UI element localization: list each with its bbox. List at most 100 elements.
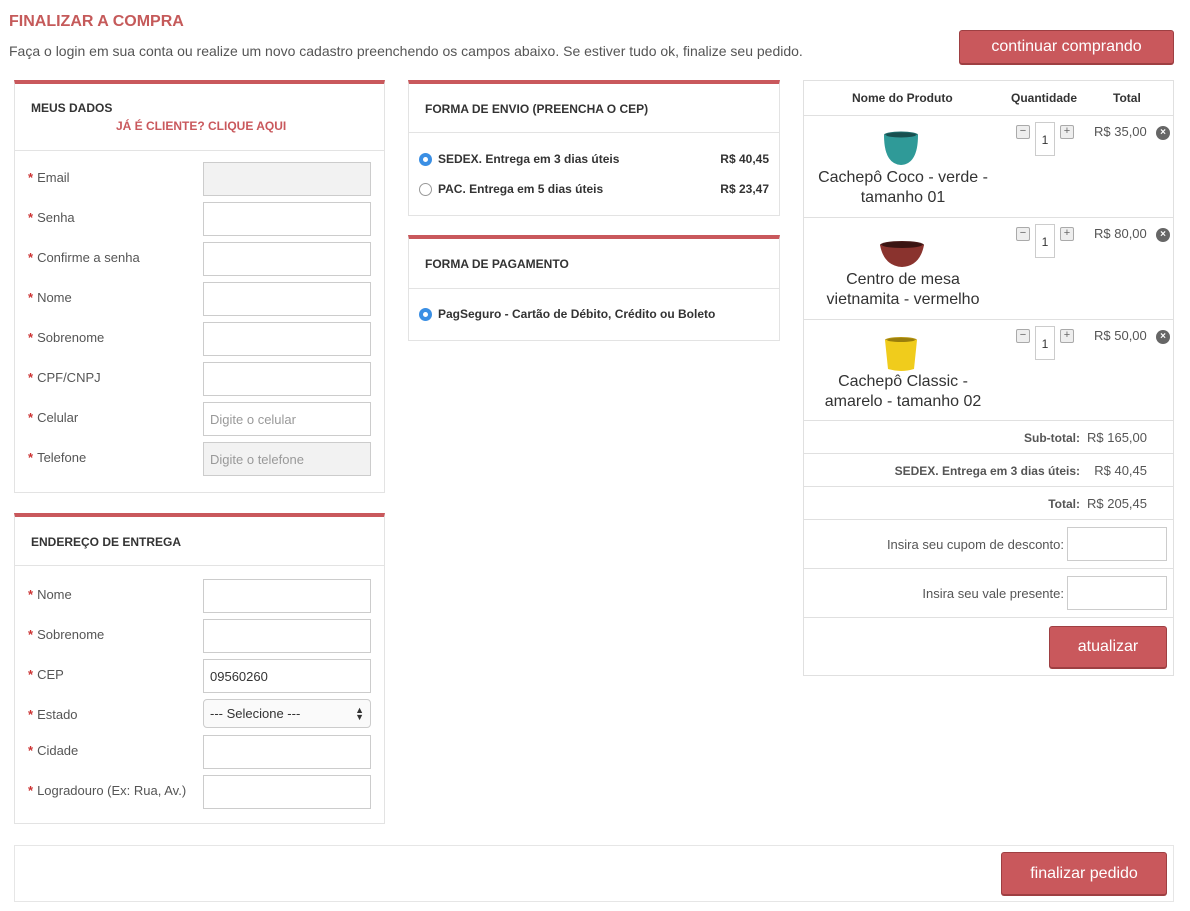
form-input[interactable] <box>203 735 371 769</box>
total-label: Total: <box>1048 497 1080 511</box>
shipping-option-price: R$ 23,47 <box>720 182 769 196</box>
qty-increase-button[interactable]: + <box>1060 125 1074 139</box>
state-select[interactable]: --- Selecione --- ▲ ▼ <box>203 699 371 728</box>
form-input[interactable] <box>203 362 371 396</box>
remove-item-icon[interactable]: × <box>1156 330 1170 344</box>
field-label: * Estado <box>28 707 78 722</box>
field-label-text: Celular <box>37 410 79 425</box>
field-label: * Logradouro (Ex: Rua, Av.) <box>28 783 186 798</box>
field-label-text: Email <box>37 170 70 185</box>
coupon-input[interactable] <box>1067 527 1167 561</box>
cart-header-row: Nome do Produto Quantidade Total <box>804 81 1173 116</box>
col-product-header: Nome do Produto <box>852 91 953 105</box>
meus-dados-panel: MEUS DADOS JÁ É CLIENTE? CLIQUE AQUI * Em… <box>14 80 385 493</box>
field-label-text: CPF/CNPJ <box>37 370 101 385</box>
pagamento-title: FORMA DE PAGAMENTO <box>425 257 569 271</box>
form-input[interactable] <box>203 442 371 476</box>
form-input[interactable] <box>203 282 371 316</box>
form-input[interactable] <box>203 775 371 809</box>
field-label: * Cidade <box>28 743 78 758</box>
required-marker: * <box>28 783 34 798</box>
field-label: * CEP <box>28 667 64 682</box>
qty-decrease-button[interactable]: − <box>1016 125 1030 139</box>
update-button[interactable]: atualizar <box>1049 626 1167 668</box>
cart-item-price: R$ 35,00 <box>1094 124 1147 139</box>
meus-dados-header: MEUS DADOS JÁ É CLIENTE? CLIQUE AQUI <box>15 84 384 151</box>
field-label: * Confirme a senha <box>28 250 140 265</box>
form-input[interactable] <box>203 619 371 653</box>
required-marker: * <box>28 627 34 642</box>
qty-increase-button[interactable]: + <box>1060 329 1074 343</box>
field-label-text: CEP <box>37 667 64 682</box>
state-select-value: --- Selecione --- <box>210 706 301 721</box>
subtotal-value: R$ 165,00 <box>1087 430 1147 445</box>
required-marker: * <box>28 170 34 185</box>
pagamento-panel: FORMA DE PAGAMENTO PagSeguro - Cartão de… <box>408 235 780 341</box>
required-marker: * <box>28 450 34 465</box>
radio-selected-icon[interactable] <box>419 152 432 166</box>
shipping-option-pac[interactable]: PAC. Entrega em 5 dias úteis R$ 23,47 <box>419 182 769 196</box>
required-marker: * <box>28 250 34 265</box>
required-marker: * <box>28 410 34 425</box>
remove-item-icon[interactable]: × <box>1156 228 1170 242</box>
continue-shopping-button[interactable]: continuar comprando <box>959 30 1174 64</box>
shipping-option-label: PAC. Entrega em 5 dias úteis <box>438 182 604 196</box>
footer-bar: finalizar pedido <box>14 845 1174 902</box>
required-marker: * <box>28 370 34 385</box>
field-label-text: Estado <box>37 707 78 722</box>
qty-decrease-button[interactable]: − <box>1016 329 1030 343</box>
form-input[interactable] <box>203 402 371 436</box>
endereco-header: ENDEREÇO DE ENTREGA <box>15 517 384 566</box>
envio-header: FORMA DE ENVIO (PREENCHA O CEP) <box>409 84 779 133</box>
form-input[interactable] <box>203 162 371 196</box>
coupon-label: Insira seu cupom de desconto: <box>886 537 1064 552</box>
finalize-order-button[interactable]: finalizar pedido <box>1001 852 1167 895</box>
qty-input[interactable]: 1 <box>1035 224 1055 258</box>
envio-title: FORMA DE ENVIO (PREENCHA O CEP) <box>425 102 649 116</box>
form-input[interactable] <box>203 322 371 356</box>
teal-pot-icon <box>884 131 918 165</box>
voucher-row: Insira seu vale presente: <box>804 569 1173 618</box>
radio-icon[interactable] <box>419 182 432 196</box>
cart-item: Cachepô Classic - amarelo - tamanho 02 −… <box>804 320 1173 421</box>
cart-item: Centro de mesa vietnamita - vermelho − 1… <box>804 218 1173 320</box>
select-arrows-icon: ▲ ▼ <box>355 704 364 722</box>
shipping-option-sedex[interactable]: SEDEX. Entrega em 3 dias úteis R$ 40,45 <box>419 152 769 166</box>
field-label-text: Nome <box>37 587 72 602</box>
field-label: * Sobrenome <box>28 627 104 642</box>
cart-item-price: R$ 80,00 <box>1094 226 1147 241</box>
voucher-input[interactable] <box>1067 576 1167 610</box>
qty-increase-button[interactable]: + <box>1060 227 1074 241</box>
cart-item: Cachepô Coco - verde - tamanho 01 − 1 + … <box>804 116 1173 218</box>
field-label-text: Sobrenome <box>37 330 105 345</box>
cart-item-name: Cachepô Classic - amarelo - tamanho 02 <box>824 373 982 410</box>
form-input[interactable] <box>203 579 371 613</box>
field-label: * Nome <box>28 290 72 305</box>
subtotal-label: Sub-total: <box>1024 431 1080 445</box>
form-input[interactable] <box>203 242 371 276</box>
cart-item-name: Centro de mesa vietnamita - vermelho <box>826 271 980 308</box>
coupon-row: Insira seu cupom de desconto: <box>804 520 1173 569</box>
form-input[interactable] <box>203 202 371 236</box>
shipping-row: SEDEX. Entrega em 3 dias úteis: R$ 40,45 <box>804 454 1173 487</box>
form-input[interactable] <box>203 659 371 693</box>
login-link[interactable]: JÁ É CLIENTE? CLIQUE AQUI <box>116 119 286 133</box>
endereco-title: ENDEREÇO DE ENTREGA <box>31 535 182 549</box>
shipping-option-price: R$ 40,45 <box>720 152 769 166</box>
shipping-label: SEDEX. Entrega em 3 dias úteis: <box>894 464 1080 478</box>
remove-item-icon[interactable]: × <box>1156 126 1170 140</box>
field-label-text: Senha <box>37 210 75 225</box>
meus-dados-title: MEUS DADOS <box>31 101 113 115</box>
qty-decrease-button[interactable]: − <box>1016 227 1030 241</box>
qty-input[interactable]: 1 <box>1035 326 1055 360</box>
field-label: * Sobrenome <box>28 330 104 345</box>
required-marker: * <box>28 707 34 722</box>
field-label: * Senha <box>28 210 75 225</box>
radio-selected-icon[interactable] <box>419 307 432 321</box>
payment-option-pagseguro[interactable]: PagSeguro - Cartão de Débito, Crédito ou… <box>419 307 769 321</box>
field-label-text: Logradouro (Ex: Rua, Av.) <box>37 783 187 798</box>
field-label-text: Telefone <box>37 450 87 465</box>
yellow-pot-icon <box>885 337 917 371</box>
total-row: Total: R$ 205,45 <box>804 487 1173 520</box>
qty-input[interactable]: 1 <box>1035 122 1055 156</box>
